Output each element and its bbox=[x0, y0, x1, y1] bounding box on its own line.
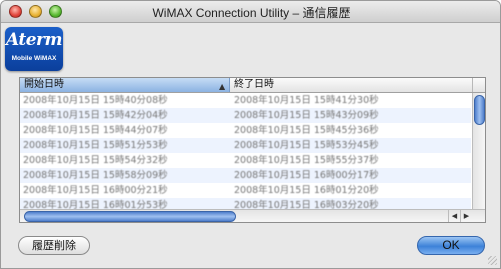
end-time-cell: 2008年10月15日 15時43分09秒 bbox=[234, 110, 379, 121]
table-body[interactable]: 2008年10月15日 15時40分08秒 2008年10月15日 15時41分… bbox=[20, 93, 471, 210]
start-time-cell: 2008年10月15日 15時44分07秒 bbox=[23, 125, 168, 136]
end-time-cell: 2008年10月15日 16時01分20秒 bbox=[234, 185, 379, 196]
start-time-cell: 2008年10月15日 15時40分08秒 bbox=[23, 95, 168, 106]
table-row[interactable]: 2008年10月15日 15時58分09秒 2008年10月15日 16時00分… bbox=[20, 168, 471, 183]
column-header-corner bbox=[473, 78, 485, 92]
column-header-label: 終了日時 bbox=[234, 79, 274, 90]
logo-brand-text: Aterm bbox=[5, 30, 63, 50]
aterm-logo: Aterm Mobile WiMAX bbox=[5, 27, 63, 71]
end-time-cell: 2008年10月15日 15時41分30秒 bbox=[234, 95, 379, 106]
table-row[interactable]: 2008年10月15日 15時40分08秒 2008年10月15日 15時41分… bbox=[20, 93, 471, 108]
vertical-scroll-thumb[interactable] bbox=[474, 95, 485, 125]
start-time-cell: 2008年10月15日 15時42分04秒 bbox=[23, 110, 168, 121]
end-time-cell: 2008年10月15日 15時53分45秒 bbox=[234, 140, 379, 151]
start-time-cell: 2008年10月15日 16時00分21秒 bbox=[23, 185, 168, 196]
history-table: 開始日時 ▲ 終了日時 2008年10月15日 15時40分08秒 2008年1… bbox=[19, 77, 486, 223]
vertical-scrollbar[interactable] bbox=[472, 93, 485, 209]
horizontal-scroll-thumb[interactable] bbox=[24, 211, 236, 222]
end-time-cell: 2008年10月15日 16時00分17秒 bbox=[234, 170, 379, 181]
table-row[interactable]: 2008年10月15日 15時44分07秒 2008年10月15日 15時45分… bbox=[20, 123, 471, 138]
table-row[interactable]: 2008年10月15日 15時54分32秒 2008年10月15日 15時55分… bbox=[20, 153, 471, 168]
end-time-cell: 2008年10月15日 15時55分37秒 bbox=[234, 155, 379, 166]
column-header-end-time[interactable]: 終了日時 bbox=[230, 78, 473, 92]
end-time-cell: 2008年10月15日 15時45分36秒 bbox=[234, 125, 379, 136]
start-time-cell: 2008年10月15日 15時58分09秒 bbox=[23, 170, 168, 181]
scroll-left-icon[interactable]: ◀ bbox=[448, 210, 460, 222]
ok-button[interactable]: OK bbox=[417, 236, 485, 255]
scroll-right-icon[interactable]: ▶ bbox=[460, 210, 472, 222]
title-bar[interactable]: WiMAX Connection Utility – 通信履歴 bbox=[1, 1, 500, 23]
table-row[interactable]: 2008年10月15日 15時42分04秒 2008年10月15日 15時43分… bbox=[20, 108, 471, 123]
resize-grip-icon[interactable] bbox=[488, 256, 497, 265]
table-row[interactable]: 2008年10月15日 16時00分21秒 2008年10月15日 16時01分… bbox=[20, 183, 471, 198]
start-time-cell: 2008年10月15日 15時51分53秒 bbox=[23, 140, 168, 151]
logo-subtext: Mobile WiMAX bbox=[11, 55, 57, 62]
column-header-label: 開始日時 bbox=[24, 79, 64, 90]
horizontal-scrollbar[interactable]: ◀ ▶ bbox=[20, 209, 485, 222]
column-header-start-time[interactable]: 開始日時 ▲ bbox=[20, 78, 230, 92]
sort-ascending-icon: ▲ bbox=[219, 82, 226, 91]
connection-history-window: WiMAX Connection Utility – 通信履歴 Aterm Mo… bbox=[0, 0, 501, 269]
window-title: WiMAX Connection Utility – 通信履歴 bbox=[152, 6, 351, 20]
table-header: 開始日時 ▲ 終了日時 bbox=[20, 78, 485, 93]
start-time-cell: 2008年10月15日 15時54分32秒 bbox=[23, 155, 168, 166]
delete-history-button[interactable]: 履歴削除 bbox=[18, 236, 90, 255]
table-row[interactable]: 2008年10月15日 15時51分53秒 2008年10月15日 15時53分… bbox=[20, 138, 471, 153]
